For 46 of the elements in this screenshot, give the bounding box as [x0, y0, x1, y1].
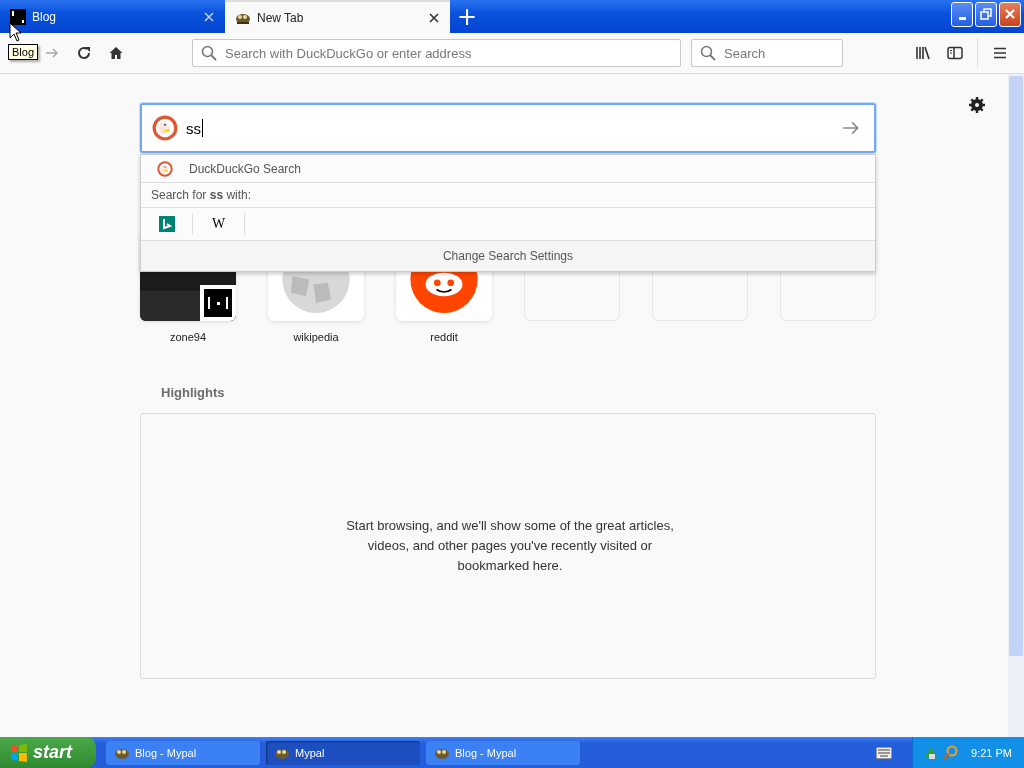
search-for-label: Search for ss with: — [141, 183, 875, 208]
new-tab-button[interactable]: + — [452, 0, 482, 33]
sidebar-icon[interactable] — [947, 45, 963, 61]
minimize-button[interactable] — [951, 1, 973, 27]
close-icon — [1004, 8, 1016, 20]
clock: 9:21 PM — [971, 746, 1012, 759]
library-icon[interactable] — [915, 45, 931, 61]
engine-button[interactable]: W — [193, 213, 245, 235]
menu-icon[interactable] — [992, 45, 1008, 61]
site-label[interactable]: zone94 — [169, 331, 207, 343]
close-window-button[interactable] — [999, 1, 1021, 27]
taskbar-item[interactable]: Blog - Mypal — [106, 740, 260, 765]
search-input-text: ss — [186, 119, 201, 137]
reload-icon[interactable] — [76, 45, 92, 61]
home-icon[interactable] — [108, 45, 124, 61]
close-icon[interactable] — [428, 11, 440, 24]
scrollbar[interactable] — [1008, 74, 1024, 737]
site-label[interactable]: reddit — [430, 331, 458, 343]
settings-icon[interactable] — [969, 97, 985, 113]
tooltip: Blog — [8, 44, 39, 60]
keyboard-icon[interactable] — [876, 746, 893, 759]
tab-title: Blog — [32, 9, 58, 24]
page-search-field[interactable]: ss — [140, 103, 876, 153]
tab-title: New Tab — [257, 10, 305, 25]
empty-message: Start browsing, and we'll show some of the great articles, videos, and other pages you've recently visited or bookmarked here. — [345, 517, 675, 575]
duck-logo-icon — [152, 115, 178, 141]
taskbar-item[interactable]: Mypal — [266, 740, 420, 765]
browser-tab[interactable]: New Tab — [225, 0, 450, 33]
page-icon — [10, 8, 26, 25]
go-arrow-icon[interactable] — [842, 119, 860, 137]
address-field[interactable]: Search with DuckDuckGo or enter address — [192, 39, 681, 67]
search-icon — [700, 45, 716, 61]
restore-icon — [980, 8, 992, 20]
windows-logo-icon — [10, 743, 28, 762]
settings-button[interactable]: Change Search Settings — [141, 241, 875, 271]
start-button[interactable]: start — [0, 737, 96, 768]
suggestion-item[interactable]: DuckDuckGo Search — [141, 155, 875, 183]
taskbar-item[interactable]: Blog - Mypal — [426, 740, 580, 765]
browser-tab[interactable]: Blog — [0, 0, 225, 33]
duck-logo-icon — [157, 160, 173, 177]
section-title: Highlights — [161, 385, 226, 400]
site-label[interactable]: wikipedia — [293, 331, 339, 343]
restore-button[interactable] — [975, 1, 997, 27]
search-icon — [201, 45, 217, 61]
b-logo-icon — [158, 216, 175, 232]
search-field[interactable]: Search — [691, 39, 843, 67]
